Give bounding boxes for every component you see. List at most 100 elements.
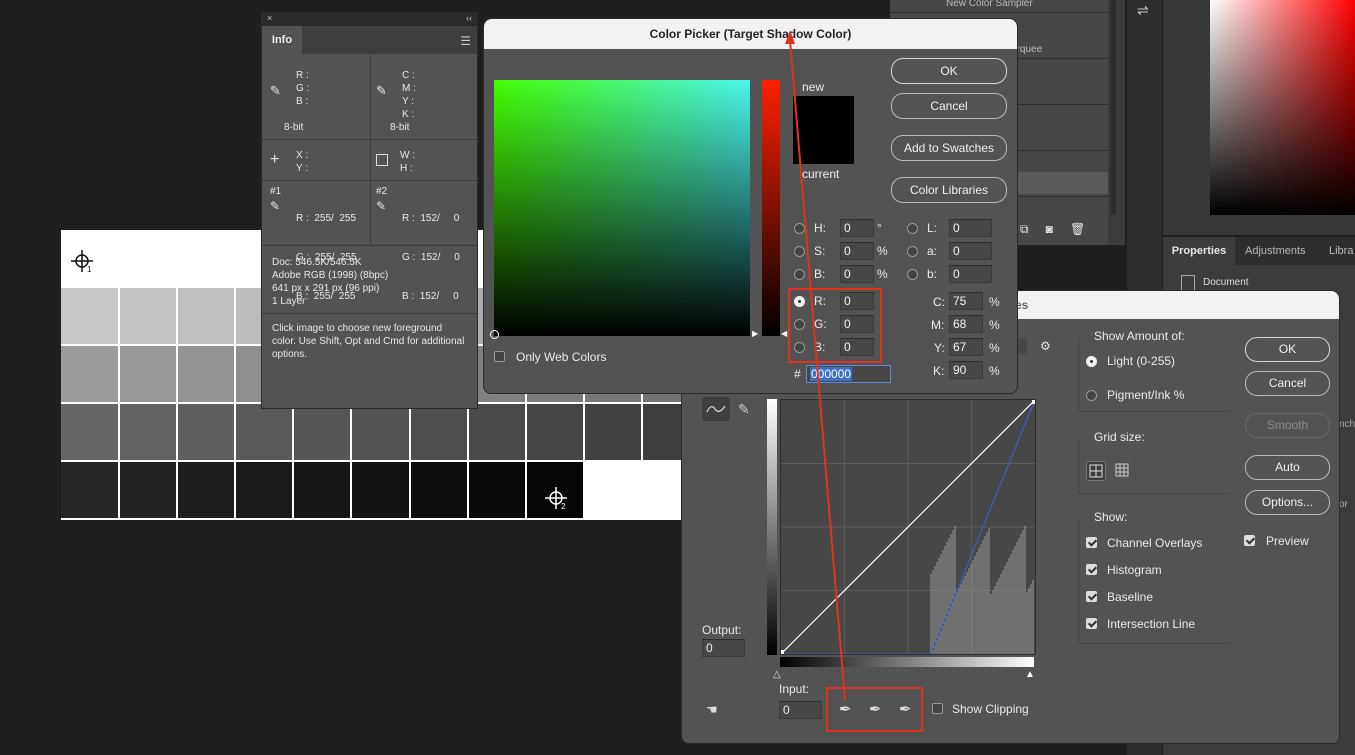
tab-adjustments[interactable]: Adjustments [1245,237,1306,265]
picker-ok-button[interactable]: OK [891,58,1007,84]
baseline-checkbox[interactable] [1086,591,1097,602]
channel-overlays-checkbox[interactable] [1086,537,1097,548]
canvas-swatch[interactable] [352,462,411,520]
pencil-icon[interactable]: ✎ [738,401,750,418]
eyedropper-icon: ✎ [376,199,387,213]
canvas-swatch[interactable] [235,404,295,462]
canvas-swatch[interactable] [177,288,237,346]
color-field-cursor[interactable] [490,330,499,339]
canvas-swatch[interactable] [468,404,528,462]
new-document-icon[interactable]: ⧉ [1020,222,1029,236]
canvas-swatch[interactable] [410,404,469,462]
canvas-swatch[interactable] [293,404,353,462]
gear-icon[interactable]: ⚙ [1040,339,1051,353]
y-field[interactable]: 67 [949,338,983,356]
channel-dropdown[interactable] [1017,338,1027,354]
tool-icon[interactable]: ⇌ [1137,2,1149,19]
options-button[interactable]: Options... [1245,490,1330,515]
l-radio[interactable] [907,223,918,234]
pigment-radio[interactable] [1086,390,1097,401]
camera-icon[interactable]: ◙ [1046,222,1053,236]
tab-properties[interactable]: Properties [1163,237,1235,265]
k-field[interactable]: 90 [949,361,983,379]
canvas-swatch[interactable] [526,404,586,462]
show-clipping-checkbox[interactable] [932,703,943,714]
black-point-slider[interactable]: △ [773,669,781,680]
canvas-swatch[interactable] [177,404,237,462]
canvas-swatch[interactable] [584,404,644,462]
grid-simple-button[interactable] [1086,461,1106,481]
h-field[interactable]: 0 [840,219,874,237]
canvas-swatch[interactable] [177,230,237,288]
add-to-swatches-button[interactable]: Add to Swatches [891,135,1007,161]
a-field[interactable]: 0 [949,242,992,260]
canvas-swatch[interactable] [119,462,178,520]
canvas-swatch[interactable] [119,288,178,346]
intersection-line-checkbox[interactable] [1086,618,1097,629]
b-radio[interactable] [794,269,805,280]
only-web-colors-checkbox[interactable] [494,351,505,362]
b-field[interactable]: 0 [840,265,874,283]
auto-button[interactable]: Auto [1245,455,1330,480]
color-sampler-2[interactable]: 2 [545,487,569,511]
canvas-swatch[interactable] [119,346,178,404]
targeted-adjustment-icon[interactable]: ☚ [706,702,718,718]
canvas-swatch[interactable] [61,462,120,520]
close-icon[interactable]: × [267,13,272,23]
input-field[interactable]: 0 [779,701,822,719]
new-label: new [802,80,825,94]
tab-libraries[interactable]: Libra [1329,237,1353,265]
curves-graph[interactable] [780,399,1036,655]
canvas-swatch[interactable] [177,462,237,520]
hex-field[interactable]: 000000 [806,365,891,383]
history-item[interactable]: New Color Sampler [890,0,1108,13]
lab-b-field[interactable]: 0 [949,265,992,283]
hue-slider-right-arrow[interactable]: ◀ [781,329,787,338]
canvas-swatch[interactable] [293,462,353,520]
color-field[interactable] [1210,0,1355,215]
curves-cancel-button[interactable]: Cancel [1245,371,1330,396]
canvas-swatch[interactable] [177,346,237,404]
curve-point-top[interactable] [1032,400,1036,404]
hue-slider[interactable] [762,80,780,336]
curves-ok-button[interactable]: OK [1245,337,1330,362]
picker-cancel-button[interactable]: Cancel [891,93,1007,119]
panel-menu-icon[interactable]: ☰ [460,34,471,48]
grid-detailed-button[interactable] [1113,461,1133,481]
preview-checkbox[interactable] [1244,535,1255,546]
tab-info[interactable]: Info [262,26,302,54]
trash-icon[interactable]: 🗑 [1070,222,1085,236]
histogram-checkbox[interactable] [1086,564,1097,575]
output-field[interactable]: 0 [702,639,745,657]
light-radio[interactable] [1086,356,1097,367]
canvas-swatch[interactable] [61,404,120,462]
canvas-swatch[interactable] [61,288,120,346]
lab-b-radio[interactable] [907,269,918,280]
c-field[interactable]: 75 [949,292,983,310]
white-point-slider[interactable]: ▲ [1025,669,1035,680]
canvas-swatch[interactable] [352,404,411,462]
canvas-swatch[interactable] [410,462,469,520]
canvas-swatch[interactable] [235,462,295,520]
hue-slider-left-arrow[interactable]: ▶ [752,329,758,338]
canvas-swatch[interactable] [119,230,178,288]
curve-point-bottom[interactable] [780,650,784,654]
canvas-swatch[interactable] [61,346,120,404]
s-field[interactable]: 0 [840,242,874,260]
l-field[interactable]: 0 [949,219,992,237]
s-radio[interactable] [794,246,805,257]
h-radio[interactable] [794,223,805,234]
color-field[interactable] [494,80,750,336]
current-color-swatch[interactable] [793,130,854,164]
scrollbar[interactable] [1110,0,1116,215]
curve-point-tool[interactable] [702,397,730,421]
color-libraries-button[interactable]: Color Libraries [891,177,1007,203]
canvas-swatch[interactable] [468,462,528,520]
canvas-swatch[interactable] [584,462,644,520]
color-sampler-1[interactable]: 1 [71,250,95,274]
canvas-swatch[interactable] [119,404,178,462]
smooth-button[interactable]: Smooth [1245,413,1330,438]
a-radio[interactable] [907,246,918,257]
collapse-icon[interactable]: ‹‹ [466,13,472,23]
m-field[interactable]: 68 [949,315,983,333]
